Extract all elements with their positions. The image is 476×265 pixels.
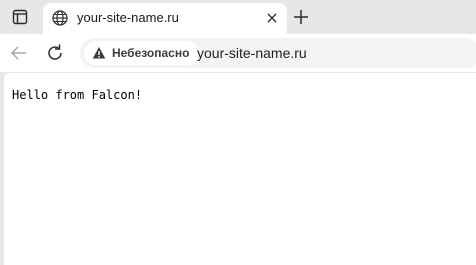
browser-toolbar: Небезопасно your-site-name.ru (0, 34, 476, 72)
page-content: Hello from Falcon! (4, 73, 476, 265)
page-body-text: Hello from Falcon! (12, 88, 143, 102)
new-tab-button[interactable] (289, 5, 313, 29)
reload-icon[interactable] (44, 42, 66, 64)
tab-actions-button[interactable] (6, 6, 34, 28)
active-tab[interactable]: your-site-name.ru (43, 3, 287, 34)
back-arrow-icon[interactable] (8, 42, 30, 64)
tab-title: your-site-name.ru (77, 10, 179, 25)
tab-strip: your-site-name.ru (0, 0, 476, 34)
globe-icon (52, 10, 68, 26)
close-icon[interactable] (265, 11, 279, 25)
security-label: Небезопасно (112, 46, 190, 60)
plus-icon (294, 10, 308, 24)
url-text[interactable]: your-site-name.ru (197, 45, 307, 61)
warning-icon (92, 47, 106, 59)
security-indicator[interactable]: Небезопасно (84, 41, 200, 65)
tab-actions-icon (12, 9, 28, 25)
address-bar[interactable]: Небезопасно your-site-name.ru (80, 38, 476, 68)
